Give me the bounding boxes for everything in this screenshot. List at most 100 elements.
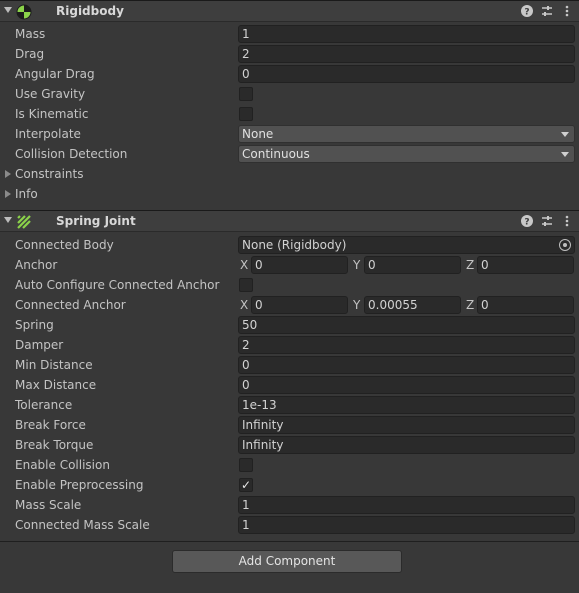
interpolate-label: Interpolate bbox=[15, 127, 81, 141]
connected-anchor-z-field[interactable]: 0 bbox=[477, 296, 574, 314]
connected-mass-scale-field[interactable]: 1 bbox=[238, 516, 575, 534]
component-title: Rigidbody bbox=[56, 4, 124, 18]
anchor-label: Anchor bbox=[15, 258, 58, 272]
drag-field[interactable]: 2 bbox=[238, 45, 575, 63]
interpolate-row: Interpolate None bbox=[0, 124, 579, 144]
break-force-row: Break Force Infinity bbox=[0, 415, 579, 435]
connected-body-row: Connected Body None (Rigidbody) bbox=[0, 235, 579, 255]
kebab-menu-icon[interactable] bbox=[560, 4, 574, 18]
break-torque-field[interactable]: Infinity bbox=[238, 436, 575, 454]
mass-scale-row: Mass Scale 1 bbox=[0, 495, 579, 515]
auto-configure-row: Auto Configure Connected Anchor bbox=[0, 275, 579, 295]
drag-label: Drag bbox=[15, 47, 45, 61]
mass-row: Mass 1 bbox=[0, 24, 579, 44]
x-label: X bbox=[240, 298, 249, 312]
use-gravity-label: Use Gravity bbox=[15, 87, 86, 101]
z-label: Z bbox=[466, 298, 475, 312]
presets-icon[interactable] bbox=[540, 4, 554, 18]
rigidbody-header[interactable]: Rigidbody ? bbox=[0, 0, 579, 22]
break-torque-label: Break Torque bbox=[15, 438, 94, 452]
component-title: Spring Joint bbox=[56, 214, 136, 228]
expand-arrow-icon[interactable] bbox=[5, 170, 11, 178]
anchor-row: Anchor X 0 Y 0 Z 0 bbox=[0, 255, 579, 275]
auto-configure-checkbox[interactable] bbox=[239, 278, 253, 292]
collapse-arrow-icon[interactable] bbox=[4, 217, 12, 223]
svg-text:?: ? bbox=[524, 8, 529, 18]
rigidbody-icon bbox=[16, 4, 32, 20]
enable-collision-checkbox[interactable] bbox=[239, 458, 253, 472]
kebab-menu-icon[interactable] bbox=[560, 214, 574, 228]
divider bbox=[0, 541, 579, 542]
max-distance-field[interactable]: 0 bbox=[238, 376, 575, 394]
collapse-arrow-icon[interactable] bbox=[4, 7, 12, 13]
mass-field[interactable]: 1 bbox=[238, 25, 575, 43]
connected-mass-scale-row: Connected Mass Scale 1 bbox=[0, 515, 579, 535]
expand-arrow-icon[interactable] bbox=[5, 190, 11, 198]
connected-anchor-label: Connected Anchor bbox=[15, 298, 126, 312]
object-picker-icon[interactable] bbox=[559, 239, 571, 251]
collision-detection-row: Collision Detection Continuous bbox=[0, 144, 579, 164]
angular-drag-field[interactable]: 0 bbox=[238, 65, 575, 83]
damper-field[interactable]: 2 bbox=[238, 336, 575, 354]
info-label[interactable]: Info bbox=[15, 187, 38, 201]
max-distance-label: Max Distance bbox=[15, 378, 97, 392]
mass-label: Mass bbox=[15, 27, 46, 41]
connected-anchor-x-field[interactable]: 0 bbox=[251, 296, 348, 314]
y-label: Y bbox=[353, 298, 361, 312]
drag-row: Drag 2 bbox=[0, 44, 579, 64]
enable-collision-row: Enable Collision bbox=[0, 455, 579, 475]
constraints-foldout[interactable]: Constraints bbox=[0, 164, 579, 184]
mass-scale-field[interactable]: 1 bbox=[238, 496, 575, 514]
tolerance-field[interactable]: 1e-13 bbox=[238, 396, 575, 414]
break-force-field[interactable]: Infinity bbox=[238, 416, 575, 434]
spring-joint-icon bbox=[17, 215, 31, 229]
collision-detection-label: Collision Detection bbox=[15, 147, 128, 161]
min-distance-label: Min Distance bbox=[15, 358, 93, 372]
z-label: Z bbox=[466, 258, 475, 272]
enable-preprocessing-checkbox[interactable]: ✓ bbox=[239, 478, 253, 492]
angular-drag-row: Angular Drag 0 bbox=[0, 64, 579, 84]
use-gravity-checkbox[interactable] bbox=[239, 87, 253, 101]
anchor-z-field[interactable]: 0 bbox=[477, 256, 574, 274]
enable-preprocessing-row: Enable Preprocessing ✓ bbox=[0, 475, 579, 495]
tolerance-row: Tolerance 1e-13 bbox=[0, 395, 579, 415]
anchor-x-field[interactable]: 0 bbox=[251, 256, 348, 274]
enable-collision-label: Enable Collision bbox=[15, 458, 110, 472]
damper-label: Damper bbox=[15, 338, 64, 352]
info-foldout[interactable]: Info bbox=[0, 184, 579, 204]
interpolate-dropdown[interactable]: None bbox=[238, 125, 575, 143]
spring-joint-header[interactable]: Spring Joint ? bbox=[0, 210, 579, 232]
connected-mass-scale-label: Connected Mass Scale bbox=[15, 518, 150, 532]
tolerance-label: Tolerance bbox=[15, 398, 73, 412]
break-force-label: Break Force bbox=[15, 418, 86, 432]
is-kinematic-checkbox[interactable] bbox=[239, 107, 253, 121]
use-gravity-row: Use Gravity bbox=[0, 84, 579, 104]
help-icon[interactable]: ? bbox=[520, 4, 534, 18]
chevron-down-icon bbox=[561, 152, 569, 157]
min-distance-field[interactable]: 0 bbox=[238, 356, 575, 374]
max-distance-row: Max Distance 0 bbox=[0, 375, 579, 395]
connected-body-value: None (Rigidbody) bbox=[242, 238, 347, 252]
anchor-y-field[interactable]: 0 bbox=[364, 256, 461, 274]
break-torque-row: Break Torque Infinity bbox=[0, 435, 579, 455]
connected-anchor-row: Connected Anchor X 0 Y 0.00055 Z 0 bbox=[0, 295, 579, 315]
help-icon[interactable]: ? bbox=[520, 214, 534, 228]
collision-detection-dropdown[interactable]: Continuous bbox=[238, 145, 575, 163]
enable-preprocessing-label: Enable Preprocessing bbox=[15, 478, 144, 492]
y-label: Y bbox=[353, 258, 361, 272]
spring-field[interactable]: 50 bbox=[238, 316, 575, 334]
is-kinematic-label: Is Kinematic bbox=[15, 107, 89, 121]
spring-row: Spring 50 bbox=[0, 315, 579, 335]
presets-icon[interactable] bbox=[540, 214, 554, 228]
x-label: X bbox=[240, 258, 249, 272]
add-component-button[interactable]: Add Component bbox=[172, 550, 402, 573]
interpolate-value: None bbox=[242, 127, 274, 141]
damper-row: Damper 2 bbox=[0, 335, 579, 355]
min-distance-row: Min Distance 0 bbox=[0, 355, 579, 375]
connected-body-label: Connected Body bbox=[15, 238, 114, 252]
auto-configure-label: Auto Configure Connected Anchor bbox=[15, 278, 220, 292]
connected-anchor-y-field[interactable]: 0.00055 bbox=[364, 296, 461, 314]
constraints-label[interactable]: Constraints bbox=[15, 167, 83, 181]
connected-body-field[interactable]: None (Rigidbody) bbox=[238, 236, 575, 254]
svg-text:?: ? bbox=[524, 218, 529, 228]
